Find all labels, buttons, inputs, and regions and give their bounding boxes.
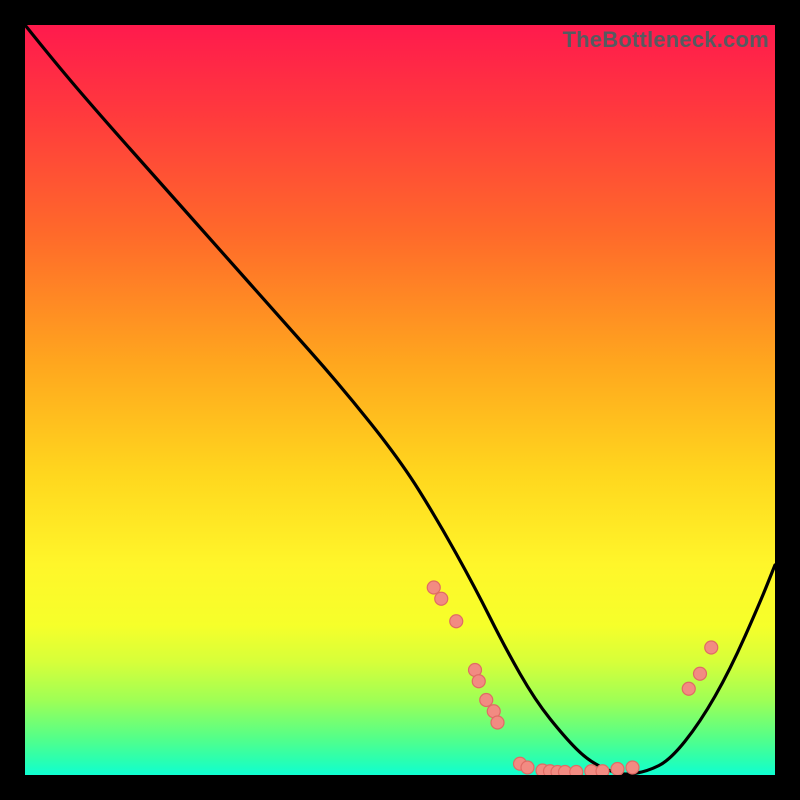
scatter-point (611, 763, 624, 776)
chart-stage: TheBottleneck.com (0, 0, 800, 800)
chart-overlay-svg (25, 25, 775, 775)
scatter-point (480, 694, 493, 707)
bottleneck-curve (25, 25, 775, 774)
scatter-point (705, 641, 718, 654)
scatter-point (570, 766, 583, 776)
scatter-point (682, 682, 695, 695)
scatter-point (521, 761, 534, 774)
scatter-point (472, 675, 485, 688)
scatter-point (626, 761, 639, 774)
scatter-point (427, 581, 440, 594)
scatter-point (596, 765, 609, 775)
scatter-point (435, 592, 448, 605)
scatter-point (694, 667, 707, 680)
plot-area: TheBottleneck.com (25, 25, 775, 775)
scatter-point (491, 716, 504, 729)
scatter-point (450, 615, 463, 628)
